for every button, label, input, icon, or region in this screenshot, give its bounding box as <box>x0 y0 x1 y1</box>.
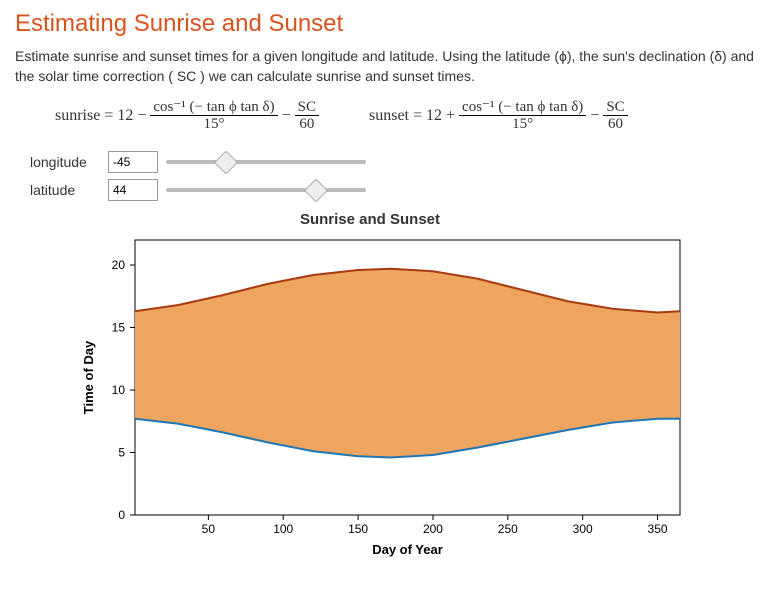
sunrise-sunset-chart: 50 100 150 200 250 300 350 0 5 10 15 20 Day of Year T… <box>75 230 695 560</box>
minus-sign: − <box>282 107 291 125</box>
svg-text:15: 15 <box>112 320 126 334</box>
svg-text:200: 200 <box>423 522 443 536</box>
latitude-input[interactable] <box>108 179 158 201</box>
fraction-3-den: 15° <box>509 116 536 133</box>
svg-text:100: 100 <box>273 522 293 536</box>
fraction-1-den: 15° <box>200 116 227 133</box>
sunset-formula: sunset = 12 + cos⁻¹ (− tan ϕ tan δ) 15° … <box>369 99 628 133</box>
fraction-4-num: SC <box>603 99 627 117</box>
fraction-2: SC 60 <box>295 99 319 133</box>
svg-text:10: 10 <box>112 383 126 397</box>
fraction-2-num: SC <box>295 99 319 117</box>
fraction-1: cos⁻¹ (− tan ϕ tan δ) 15° <box>150 99 277 133</box>
svg-text:350: 350 <box>648 522 668 536</box>
latitude-label: latitude <box>30 182 100 198</box>
slider-track <box>166 188 366 192</box>
slider-thumb[interactable] <box>214 150 238 174</box>
formula-row: sunrise = 12 − cos⁻¹ (− tan ϕ tan δ) 15°… <box>15 99 755 133</box>
svg-text:0: 0 <box>118 508 125 522</box>
page-title: Estimating Sunrise and Sunset <box>15 10 755 38</box>
description-text: Estimate sunrise and sunset times for a … <box>15 46 755 87</box>
fraction-1-num: cos⁻¹ (− tan ϕ tan δ) <box>150 99 277 117</box>
latitude-slider[interactable] <box>166 181 366 199</box>
minus-sign-2: − <box>590 107 599 125</box>
svg-text:Day of Year: Day of Year <box>372 542 443 557</box>
longitude-control: longitude <box>30 151 755 173</box>
chart-container: Sunrise and Sunset 50 100 150 200 250 300 350 0… <box>15 211 755 560</box>
fraction-4-den: 60 <box>605 116 626 133</box>
latitude-control: latitude <box>30 179 755 201</box>
svg-text:50: 50 <box>202 522 216 536</box>
longitude-input[interactable] <box>108 151 158 173</box>
fraction-2-den: 60 <box>296 116 317 133</box>
slider-track <box>166 160 366 164</box>
fraction-3: cos⁻¹ (− tan ϕ tan δ) 15° <box>459 99 586 133</box>
controls-panel: longitude latitude <box>15 151 755 201</box>
slider-thumb[interactable] <box>304 178 328 202</box>
svg-text:300: 300 <box>573 522 593 536</box>
svg-text:Time of Day: Time of Day <box>81 340 96 414</box>
sunrise-lhs: sunrise = 12 − <box>55 107 146 125</box>
svg-text:20: 20 <box>112 258 126 272</box>
longitude-slider[interactable] <box>166 153 366 171</box>
sunrise-formula: sunrise = 12 − cos⁻¹ (− tan ϕ tan δ) 15°… <box>55 99 319 133</box>
svg-text:250: 250 <box>498 522 518 536</box>
longitude-label: longitude <box>30 154 100 170</box>
svg-text:5: 5 <box>118 445 125 459</box>
sunset-lhs: sunset = 12 + <box>369 107 455 125</box>
fraction-3-num: cos⁻¹ (− tan ϕ tan δ) <box>459 99 586 117</box>
svg-text:150: 150 <box>348 522 368 536</box>
fraction-4: SC 60 <box>603 99 627 133</box>
chart-title: Sunrise and Sunset <box>75 211 665 228</box>
